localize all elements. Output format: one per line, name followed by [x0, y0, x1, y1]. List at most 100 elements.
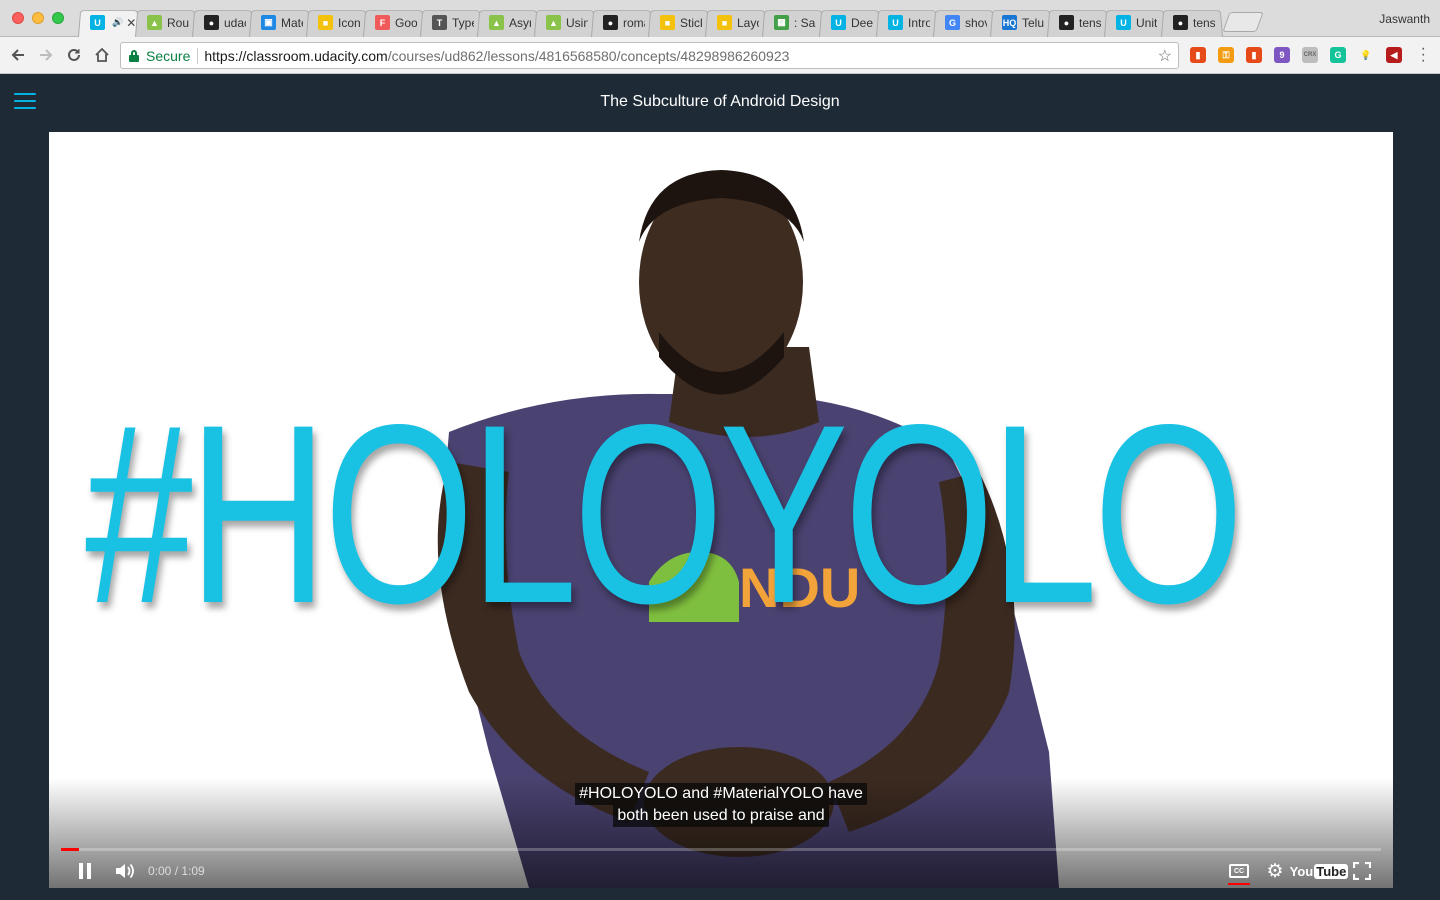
browser-tab[interactable]: ■ Stick — [648, 8, 710, 37]
tab-label: Layo — [737, 15, 759, 30]
settings-gear-icon[interactable]: ⚙ — [1263, 860, 1287, 882]
browser-tab[interactable]: ■ Layo — [705, 8, 767, 37]
reload-icon — [68, 48, 80, 61]
address-bar[interactable]: Secure https://classroom.udacity.com/cou… — [120, 42, 1179, 69]
bulb-icon[interactable]: 💡 — [1358, 47, 1374, 63]
youtube-logo-you: You — [1289, 863, 1314, 879]
tab-label: Asyr — [509, 15, 531, 30]
browser-tab[interactable]: ▲ Rour — [135, 8, 197, 37]
secure-label: Secure — [146, 47, 191, 64]
home-button[interactable] — [92, 45, 112, 65]
speaker-icon[interactable]: ◀ — [1386, 47, 1402, 63]
reload-button[interactable] — [64, 45, 84, 65]
caption-line-1: #HOLOYOLO and #MaterialYOLO have — [575, 783, 867, 805]
browser-tab[interactable]: U Intro — [876, 8, 938, 37]
github-icon: ● — [1173, 15, 1188, 30]
type-icon: T — [432, 15, 447, 30]
tab-label: Deel — [851, 15, 873, 30]
new-tab-button[interactable] — [1226, 12, 1260, 32]
android-icon: ▲ — [546, 15, 561, 30]
classroom-header: The Subculture of Android Design — [0, 74, 1440, 132]
captions-icon: CC — [1229, 864, 1249, 878]
flag-icon: ■ — [717, 15, 732, 30]
back-button[interactable] — [8, 45, 28, 65]
key-icon[interactable]: ⚿ — [1218, 47, 1234, 63]
pause-icon — [79, 863, 83, 879]
stack-icon[interactable]: 9 — [1274, 47, 1290, 63]
video-progress-bar[interactable] — [61, 848, 1381, 851]
hq-icon: HQ — [1002, 15, 1017, 30]
minimize-window-button[interactable] — [32, 12, 44, 24]
tab-label: roma — [623, 15, 645, 30]
lock-icon — [129, 49, 139, 62]
browser-tab[interactable]: ▲ Asyr — [477, 8, 539, 37]
fullscreen-icon — [1353, 862, 1371, 880]
volume-button[interactable] — [113, 860, 137, 882]
bookmark-star-icon[interactable]: ☆ — [1158, 46, 1172, 66]
tabs: UM🔊✕ ▲ Rour ● udac ▣ Mate ■ Icon F Goo T Type ▲ Asyr ▲ U… — [78, 8, 1260, 37]
profile-name[interactable]: Jaswanth — [1379, 12, 1430, 26]
pause-button[interactable] — [75, 860, 95, 882]
video-progress-played — [61, 848, 80, 851]
tab-label: : Saa — [794, 15, 816, 30]
tab-audio-icon[interactable]: 🔊 — [112, 17, 123, 28]
browser-tab[interactable]: U Unit — [1104, 8, 1166, 37]
github-icon: ● — [603, 15, 618, 30]
holoyolo-overlay-text: #HOLOYOLO — [85, 372, 1244, 657]
forward-button[interactable] — [36, 45, 56, 65]
forward-arrow-icon — [40, 49, 53, 61]
github-icon: ● — [1059, 15, 1074, 30]
browser-tab[interactable]: U Deel — [819, 8, 881, 37]
tab-label: tens — [1193, 15, 1215, 30]
browser-tab[interactable]: Gshov — [933, 8, 995, 37]
grammarly-icon[interactable]: G — [1330, 47, 1346, 63]
browser-tab[interactable]: T Type — [420, 8, 482, 37]
tab-label: shov — [965, 15, 987, 30]
tab-label: Usin — [566, 15, 588, 30]
office-icon[interactable]: ▮ — [1190, 47, 1206, 63]
udacity-icon: U — [831, 15, 846, 30]
crx-icon[interactable]: CRX — [1302, 47, 1318, 63]
tab-close-icon[interactable]: ✕ — [126, 16, 136, 30]
browser-tab[interactable]: ● udac — [192, 8, 254, 37]
lesson-title: The Subculture of Android Design — [600, 93, 840, 110]
tab-label: Rour — [167, 15, 189, 30]
tab-label: Type — [452, 15, 474, 30]
tab-label: udac — [224, 15, 246, 30]
captions-button[interactable]: CC — [1227, 860, 1251, 885]
browser-tab[interactable]: F Goo — [363, 8, 425, 37]
tab-label: Intro — [908, 15, 930, 30]
fullscreen-button[interactable] — [1351, 860, 1373, 882]
browser-tab[interactable]: ● tens — [1161, 8, 1223, 37]
tab-label: tens — [1079, 15, 1101, 30]
github-icon: ● — [204, 15, 219, 30]
zoom-window-button[interactable] — [52, 12, 64, 24]
browser-tab[interactable]: ▦ : Saa — [762, 8, 824, 37]
browser-menu-icon[interactable]: · · · — [1421, 41, 1426, 69]
video-controls: 0:00 / 1:09 CC ⚙ You Tube — [49, 854, 1393, 888]
browser-tab[interactable]: UM🔊✕ — [78, 8, 140, 37]
close-window-button[interactable] — [12, 12, 24, 24]
tab-label: Stick — [680, 15, 702, 30]
youtube-logo-tube: Tube — [1314, 863, 1349, 879]
tab-strip: UM🔊✕ ▲ Rour ● udac ▣ Mate ■ Icon F Goo T Type ▲ Asyr ▲ U… — [0, 0, 1440, 37]
browser-tab[interactable]: ● tens — [1047, 8, 1109, 37]
material-icon: ▣ — [261, 15, 276, 30]
video-player[interactable]: NDU #HOLOYOLO #HOLOYOLO and #MaterialYOL… — [49, 132, 1393, 888]
udacity-icon: U — [1116, 15, 1131, 30]
browser-tab[interactable]: ● roma — [591, 8, 653, 37]
browser-tab[interactable]: ■ Icon — [306, 8, 368, 37]
android-icon: ▲ — [147, 15, 162, 30]
tab-label: Goo — [395, 15, 417, 30]
browser-tab[interactable]: HQ Telu — [990, 8, 1052, 37]
browser-tab[interactable]: ▲ Usin — [534, 8, 596, 37]
youtube-logo-button[interactable]: You Tube — [1290, 860, 1349, 882]
saa-icon: ▦ — [774, 15, 789, 30]
tab-label: Mate — [281, 15, 303, 30]
udacity-icon: U — [888, 15, 903, 30]
browser-tab[interactable]: ▣ Mate — [249, 8, 311, 37]
office-icon[interactable]: ▮ — [1246, 47, 1262, 63]
back-arrow-icon — [11, 49, 24, 61]
udacity-icon: U — [90, 15, 105, 30]
f-icon: F — [375, 15, 390, 30]
